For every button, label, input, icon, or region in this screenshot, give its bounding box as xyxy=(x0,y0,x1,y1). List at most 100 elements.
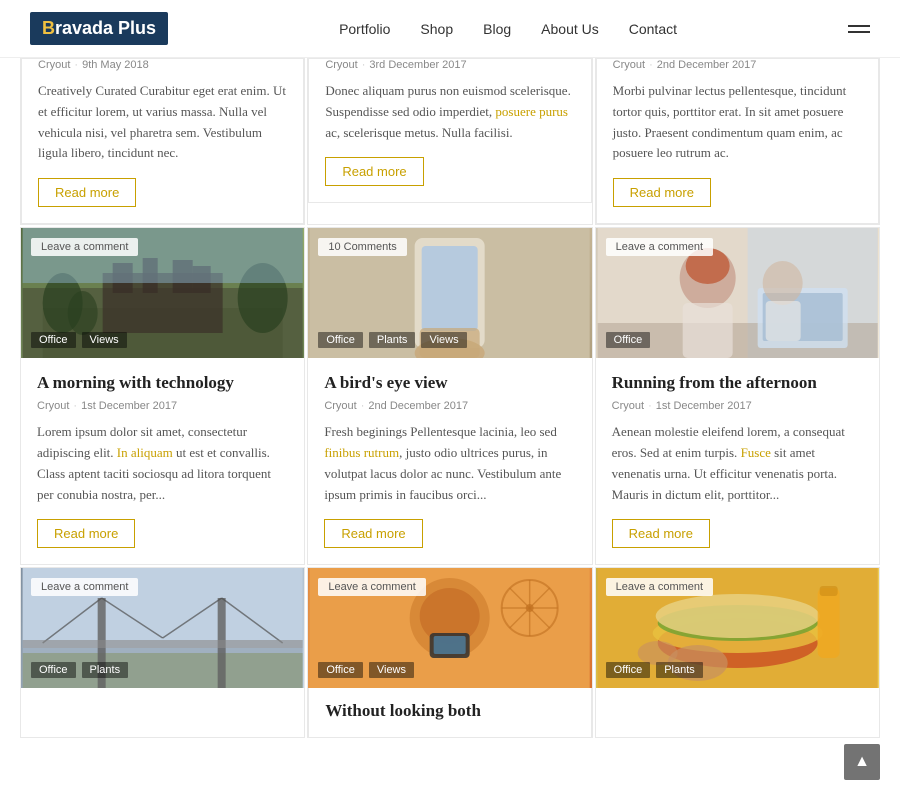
card-top-3-meta: Cryout · 2nd December 2017 xyxy=(613,59,862,71)
tag-views-bot2[interactable]: Views xyxy=(369,662,414,678)
card-bot-3-image: Leave a comment Office Plants xyxy=(596,568,879,688)
dot2: · xyxy=(362,59,366,71)
card-top-3: Cryout · 2nd December 2017 Morbi pulvina… xyxy=(595,58,880,225)
tag-office-bot3[interactable]: Office xyxy=(606,662,651,678)
nav-contact[interactable]: Contact xyxy=(629,21,677,37)
card-mid-2-excerpt: Fresh beginings Pellentesque lacinia, le… xyxy=(324,422,575,505)
card-top-2-excerpt: Donec aliquam purus non euismod sceleris… xyxy=(325,81,574,143)
card-top-3-excerpt: Morbi pulvinar lectus pellentesque, tinc… xyxy=(613,81,862,164)
card-mid-3: Leave a comment Office Running from the … xyxy=(595,227,880,565)
card-mid-3-author: Cryout xyxy=(612,400,644,412)
main-nav: Portfolio Shop Blog About Us Contact xyxy=(339,21,677,37)
site-logo[interactable]: Bravada Plus xyxy=(30,12,168,45)
nav-shop[interactable]: Shop xyxy=(420,21,453,37)
card-mid-1: Leave a comment Office Views A morning w… xyxy=(20,227,305,565)
card-mid-1-meta: Cryout · 1st December 2017 xyxy=(37,400,288,412)
tag-plants-bot1[interactable]: Plants xyxy=(82,662,129,678)
card-mid-3-comment[interactable]: Leave a comment xyxy=(606,238,713,256)
card-mid-1-title: A morning with technology xyxy=(37,372,288,394)
card-top-1-author: Cryout xyxy=(38,59,70,71)
card-bot-2: Leave a comment Office Views Without loo… xyxy=(307,567,592,737)
dot: · xyxy=(74,59,78,71)
card-mid-2-title: A bird's eye view xyxy=(324,372,575,394)
tag-office-bot1[interactable]: Office xyxy=(31,662,76,678)
card-mid-3-title: Running from the afternoon xyxy=(612,372,863,394)
card-top-3-read-more[interactable]: Read more xyxy=(613,178,711,207)
card-mid-3-image: Leave a comment Office xyxy=(596,228,879,358)
tag-office-bot2[interactable]: Office xyxy=(318,662,363,678)
tag-office-3[interactable]: Office xyxy=(606,332,651,348)
card-mid-1-author: Cryout xyxy=(37,400,69,412)
card-mid-3-tags: Office xyxy=(606,332,651,348)
card-mid-1-comment[interactable]: Leave a comment xyxy=(31,238,138,256)
card-mid-3-excerpt: Aenean molestie eleifend lorem, a conseq… xyxy=(612,422,863,505)
back-to-top-button[interactable]: ▲ xyxy=(844,744,880,780)
tag-plants-bot3[interactable]: Plants xyxy=(656,662,703,678)
card-mid-3-meta: Cryout · 1st December 2017 xyxy=(612,400,863,412)
tag-office-2[interactable]: Office xyxy=(318,332,363,348)
tag-views-1[interactable]: Views xyxy=(82,332,127,348)
card-top-3-author: Cryout xyxy=(613,59,645,71)
card-mid-3-read-more[interactable]: Read more xyxy=(612,519,710,548)
card-bot-2-comment[interactable]: Leave a comment xyxy=(318,578,425,596)
card-mid-1-excerpt: Lorem ipsum dolor sit amet, consectetur … xyxy=(37,422,288,505)
row-2: Leave a comment Office Views A morning w… xyxy=(20,227,880,565)
card-bot-1-image: Leave a comment Office Plants xyxy=(21,568,304,688)
card-mid-1-body: A morning with technology Cryout · 1st D… xyxy=(21,358,304,564)
card-mid-2-comment[interactable]: 10 Comments xyxy=(318,238,406,256)
tag-views-2[interactable]: Views xyxy=(421,332,466,348)
hamburger-line-2 xyxy=(848,31,870,33)
hamburger-line-1 xyxy=(848,25,870,27)
card-bot-2-image: Leave a comment Office Views xyxy=(308,568,591,688)
card-mid-2-date: 2nd December 2017 xyxy=(368,400,468,412)
nav-blog[interactable]: Blog xyxy=(483,21,511,37)
card-top-2: Cryout · 3rd December 2017 Donec aliquam… xyxy=(307,58,592,225)
card-mid-2-read-more[interactable]: Read more xyxy=(324,519,422,548)
card-top-2-date: 3rd December 2017 xyxy=(369,59,466,71)
card-bot-2-partial-body: Without looking both xyxy=(308,688,591,736)
card-top-2-body: Cryout · 3rd December 2017 Donec aliquam… xyxy=(308,59,591,203)
card-top-2-author: Cryout xyxy=(325,59,357,71)
card-top-1: Cryout · 9th May 2018 Creatively Curated… xyxy=(20,58,305,225)
card-bot-3-comment[interactable]: Leave a comment xyxy=(606,578,713,596)
hamburger-menu[interactable] xyxy=(848,25,870,33)
card-mid-1-read-more[interactable]: Read more xyxy=(37,519,135,548)
logo-text: Bravada Plus xyxy=(42,18,156,38)
dot3: · xyxy=(649,59,653,71)
row-3: Leave a comment Office Plants xyxy=(20,567,880,737)
card-mid-3-body: Running from the afternoon Cryout · 1st … xyxy=(596,358,879,564)
card-mid-1-tags: Office Views xyxy=(31,332,127,348)
card-mid-2-image: 10 Comments Office Plants Views xyxy=(308,228,591,358)
blog-grid: Cryout · 9th May 2018 Creatively Curated… xyxy=(0,58,900,738)
nav-about[interactable]: About Us xyxy=(541,21,599,37)
card-mid-2-author: Cryout xyxy=(324,400,356,412)
card-bot-1: Leave a comment Office Plants xyxy=(20,567,305,737)
card-top-2-meta: Cryout · 3rd December 2017 xyxy=(325,59,574,71)
card-mid-1-date: 1st December 2017 xyxy=(81,400,177,412)
nav-portfolio[interactable]: Portfolio xyxy=(339,21,390,37)
row-1: Cryout · 9th May 2018 Creatively Curated… xyxy=(20,58,880,225)
card-mid-2-body: A bird's eye view Cryout · 2nd December … xyxy=(308,358,591,564)
card-top-3-body: Cryout · 2nd December 2017 Morbi pulvina… xyxy=(596,59,879,224)
card-bot-2-title: Without looking both xyxy=(325,700,574,722)
card-top-2-read-more[interactable]: Read more xyxy=(325,157,423,186)
card-top-1-meta: Cryout · 9th May 2018 xyxy=(38,59,287,71)
card-mid-2-meta: Cryout · 2nd December 2017 xyxy=(324,400,575,412)
card-mid-3-date: 1st December 2017 xyxy=(656,400,752,412)
site-header: Bravada Plus Portfolio Shop Blog About U… xyxy=(0,0,900,58)
card-mid-2-tags: Office Plants Views xyxy=(318,332,466,348)
card-bot-1-tags: Office Plants xyxy=(31,662,128,678)
card-top-1-date: 9th May 2018 xyxy=(82,59,149,71)
card-mid-2: 10 Comments Office Plants Views A bird's… xyxy=(307,227,592,565)
card-top-1-read-more[interactable]: Read more xyxy=(38,178,136,207)
card-top-1-body: Cryout · 9th May 2018 Creatively Curated… xyxy=(21,59,304,224)
card-bot-2-tags: Office Views xyxy=(318,662,414,678)
card-top-3-date: 2nd December 2017 xyxy=(657,59,757,71)
tag-office-1[interactable]: Office xyxy=(31,332,76,348)
card-bot-1-comment[interactable]: Leave a comment xyxy=(31,578,138,596)
card-top-1-excerpt: Creatively Curated Curabitur eget erat e… xyxy=(38,81,287,164)
card-bot-3-tags: Office Plants xyxy=(606,662,703,678)
card-mid-1-image: Leave a comment Office Views xyxy=(21,228,304,358)
card-bot-3: Leave a comment Office Plants xyxy=(595,567,880,737)
tag-plants-2[interactable]: Plants xyxy=(369,332,416,348)
